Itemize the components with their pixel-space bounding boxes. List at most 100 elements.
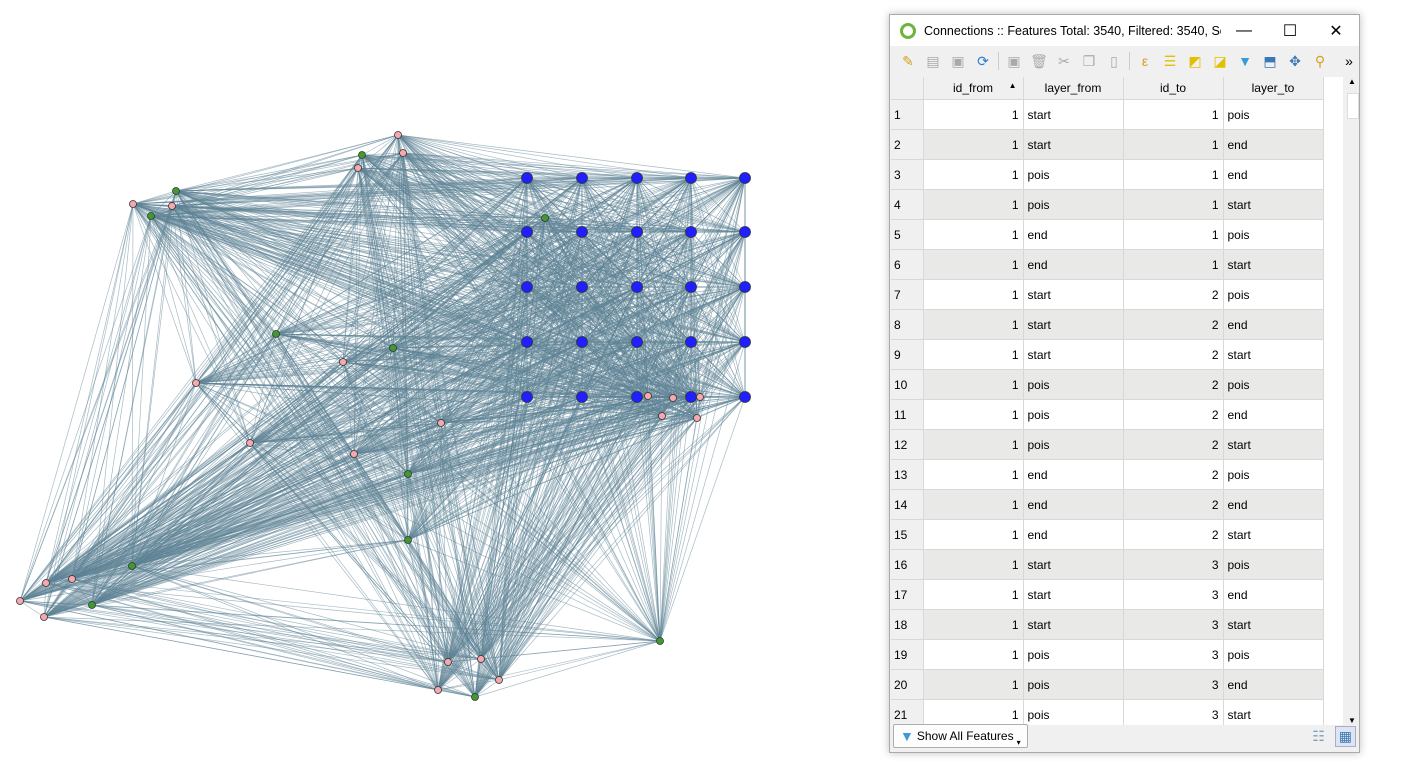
pois-point[interactable] bbox=[521, 336, 533, 348]
end-point[interactable] bbox=[68, 575, 76, 583]
cell-layer_from[interactable]: pois bbox=[1023, 369, 1124, 400]
show-all-features-button[interactable]: ▼ Show All Features ▾ bbox=[893, 724, 1028, 748]
cell-layer_from[interactable]: pois bbox=[1023, 429, 1124, 460]
pan-to-selected-icon[interactable]: ✥ bbox=[1285, 52, 1305, 70]
table-row[interactable]: 20 1 pois 3 end bbox=[891, 669, 1343, 700]
row-number[interactable]: 7 bbox=[891, 279, 924, 310]
cell-id_from[interactable]: 1 bbox=[923, 189, 1024, 220]
cell-layer_to[interactable]: end bbox=[1223, 159, 1324, 190]
row-number[interactable]: 3 bbox=[891, 159, 924, 190]
row-number[interactable]: 18 bbox=[891, 609, 924, 640]
move-to-top-icon[interactable]: ⬒ bbox=[1260, 52, 1280, 70]
cell-id_to[interactable]: 2 bbox=[1123, 279, 1224, 310]
pois-point[interactable] bbox=[685, 226, 697, 238]
cell-layer_to[interactable]: pois bbox=[1223, 549, 1324, 580]
cell-layer_from[interactable]: start bbox=[1023, 339, 1124, 370]
cell-layer_to[interactable]: end bbox=[1223, 309, 1324, 340]
end-point[interactable] bbox=[399, 149, 407, 157]
column-header-id_to[interactable]: id_to bbox=[1123, 77, 1224, 100]
end-point[interactable] bbox=[693, 414, 701, 422]
pois-point[interactable] bbox=[631, 281, 643, 293]
end-point[interactable] bbox=[658, 412, 666, 420]
row-number[interactable]: 1 bbox=[891, 99, 924, 130]
cell-layer_from[interactable]: pois bbox=[1023, 399, 1124, 430]
cell-id_from[interactable]: 1 bbox=[923, 549, 1024, 580]
pois-point[interactable] bbox=[685, 336, 697, 348]
row-number[interactable]: 4 bbox=[891, 189, 924, 220]
cell-id_to[interactable]: 1 bbox=[1123, 159, 1224, 190]
cell-layer_from[interactable]: end bbox=[1023, 249, 1124, 280]
start-point[interactable] bbox=[272, 330, 280, 338]
table-row[interactable]: 6 1 end 1 start bbox=[891, 249, 1343, 280]
end-point[interactable] bbox=[192, 379, 200, 387]
start-point[interactable] bbox=[404, 470, 412, 478]
row-number[interactable]: 10 bbox=[891, 369, 924, 400]
cell-id_to[interactable]: 2 bbox=[1123, 399, 1224, 430]
pois-point[interactable] bbox=[685, 281, 697, 293]
end-point[interactable] bbox=[354, 164, 362, 172]
row-number[interactable]: 15 bbox=[891, 519, 924, 550]
cell-layer_to[interactable]: pois bbox=[1223, 459, 1324, 490]
deselect-icon[interactable]: ◪ bbox=[1210, 52, 1230, 70]
cell-id_to[interactable]: 1 bbox=[1123, 99, 1224, 130]
close-button[interactable]: ✕ bbox=[1313, 21, 1359, 41]
cell-layer_to[interactable]: pois bbox=[1223, 369, 1324, 400]
start-point[interactable] bbox=[128, 562, 136, 570]
cell-id_to[interactable]: 3 bbox=[1123, 669, 1224, 700]
form-view-icon[interactable]: ☷ bbox=[1312, 728, 1325, 745]
cell-layer_to[interactable]: start bbox=[1223, 339, 1324, 370]
table-row[interactable]: 21 1 pois 3 start bbox=[891, 699, 1343, 725]
cell-layer_from[interactable]: pois bbox=[1023, 699, 1124, 725]
pois-point[interactable] bbox=[576, 391, 588, 403]
vertical-scrollbar[interactable]: ▲ ▼ bbox=[1345, 77, 1359, 725]
end-point[interactable] bbox=[129, 200, 137, 208]
pois-point[interactable] bbox=[739, 281, 751, 293]
cell-id_from[interactable]: 1 bbox=[923, 369, 1024, 400]
table-row[interactable]: 12 1 pois 2 start bbox=[891, 429, 1343, 460]
table-row[interactable]: 18 1 start 3 start bbox=[891, 609, 1343, 640]
expression-select-icon[interactable]: ε bbox=[1135, 52, 1155, 70]
cell-layer_to[interactable]: start bbox=[1223, 189, 1324, 220]
cell-layer_from[interactable]: start bbox=[1023, 579, 1124, 610]
end-point[interactable] bbox=[437, 419, 445, 427]
start-point[interactable] bbox=[656, 637, 664, 645]
end-point[interactable] bbox=[40, 613, 48, 621]
copy-icon[interactable]: ❐ bbox=[1079, 52, 1099, 70]
delete-icon[interactable]: 🗑 bbox=[1029, 52, 1049, 70]
cell-id_from[interactable]: 1 bbox=[923, 669, 1024, 700]
table-row[interactable]: 3 1 pois 1 end bbox=[891, 159, 1343, 190]
paste-icon[interactable]: ▯ bbox=[1104, 52, 1124, 70]
cell-id_to[interactable]: 2 bbox=[1123, 429, 1224, 460]
row-number[interactable]: 13 bbox=[891, 459, 924, 490]
pois-point[interactable] bbox=[521, 281, 533, 293]
cell-layer_from[interactable]: end bbox=[1023, 459, 1124, 490]
cell-id_from[interactable]: 1 bbox=[923, 699, 1024, 725]
cell-id_to[interactable]: 2 bbox=[1123, 519, 1224, 550]
cell-id_to[interactable]: 2 bbox=[1123, 309, 1224, 340]
end-point[interactable] bbox=[696, 393, 704, 401]
cell-id_from[interactable]: 1 bbox=[923, 519, 1024, 550]
save-icon[interactable]: ▣ bbox=[948, 52, 968, 70]
table-row[interactable]: 7 1 start 2 pois bbox=[891, 279, 1343, 310]
cell-id_from[interactable]: 1 bbox=[923, 279, 1024, 310]
cell-id_from[interactable]: 1 bbox=[923, 309, 1024, 340]
end-point[interactable] bbox=[339, 358, 347, 366]
invert-selection-icon[interactable]: ◩ bbox=[1185, 52, 1205, 70]
toolbar-overflow-button[interactable]: » bbox=[1339, 52, 1359, 70]
cell-id_to[interactable]: 1 bbox=[1123, 249, 1224, 280]
cell-layer_from[interactable]: start bbox=[1023, 309, 1124, 340]
cell-layer_to[interactable]: end bbox=[1223, 579, 1324, 610]
cell-layer_to[interactable]: end bbox=[1223, 669, 1324, 700]
row-number[interactable]: 11 bbox=[891, 399, 924, 430]
pois-point[interactable] bbox=[685, 172, 697, 184]
start-point[interactable] bbox=[88, 601, 96, 609]
end-point[interactable] bbox=[42, 579, 50, 587]
cell-id_to[interactable]: 3 bbox=[1123, 549, 1224, 580]
start-point[interactable] bbox=[471, 693, 479, 701]
end-point[interactable] bbox=[246, 439, 254, 447]
pois-point[interactable] bbox=[576, 172, 588, 184]
cut-icon[interactable]: ✂ bbox=[1054, 52, 1074, 70]
start-point[interactable] bbox=[404, 536, 412, 544]
cell-layer_to[interactable]: start bbox=[1223, 429, 1324, 460]
cell-id_to[interactable]: 3 bbox=[1123, 639, 1224, 670]
